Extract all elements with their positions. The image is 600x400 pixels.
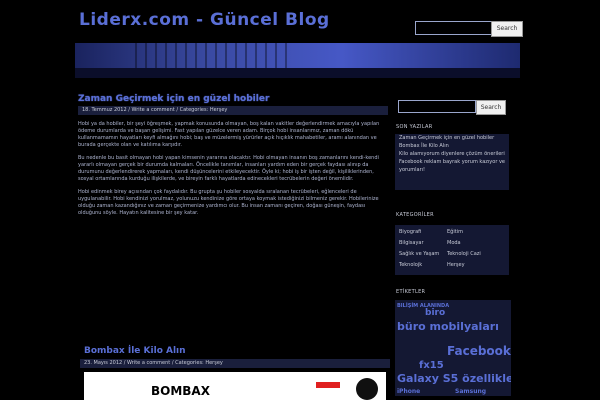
red-label (316, 382, 340, 388)
category-link[interactable]: Teknoloji Cazi (447, 251, 481, 257)
recent-post-link[interactable]: Zaman Geçirmek için en güzel hobiler (395, 134, 509, 142)
sidebar-search-input[interactable] (398, 100, 476, 113)
tag-link[interactable]: fx15 (419, 360, 444, 371)
post-paragraph: Hobi edinmek birey açısından çok faydalı… (78, 189, 379, 216)
post-image: BOMBAX (84, 372, 386, 400)
post-paragraph: Bu nedenle bu basit olmayan hobi yapan k… (78, 155, 379, 182)
post-title-link[interactable]: Zaman Geçirmek için en güzel hobiler (78, 94, 388, 104)
tag-link[interactable]: iPhone (397, 388, 420, 395)
tag-link[interactable]: Facebook (447, 344, 511, 358)
post-paragraph: Hobi ya da hobiler, bir şeyi öğreşmek, y… (78, 121, 380, 148)
category-link[interactable]: Eğitim (447, 229, 463, 235)
tag-cloud: BILİŞİM ALANINDA biro büro mobilyaları F… (395, 300, 511, 396)
bombax-logo: BOMBAX (151, 384, 210, 398)
category-link[interactable]: Bilgisayar (399, 240, 424, 246)
site-title[interactable]: Liderx.com - Güncel Blog (79, 10, 330, 30)
sidebar-search-button[interactable]: Search (476, 100, 506, 115)
recent-post-link[interactable]: Facebook reklam bayrak yorum kazıyor ve … (395, 158, 509, 174)
recent-posts-heading: SON YAZILAR (396, 124, 433, 130)
tag-link[interactable]: büro mobilyaları (397, 320, 499, 333)
post-title-link[interactable]: Bombax İle Kilo Alın (84, 346, 186, 356)
product-image (356, 378, 378, 400)
tag-link[interactable]: Galaxy S5 özellikleri (397, 372, 511, 385)
recent-post-link[interactable]: Kilo alamıyorum diyenlere çözüm öneriler… (395, 150, 509, 158)
post-meta: 18. Temmuz 2012 / Write a comment / Cate… (78, 106, 388, 115)
category-link[interactable]: Teknolojk (399, 262, 422, 268)
category-link[interactable]: Biyografi (399, 229, 421, 235)
categories-heading: KATEGORİLER (396, 212, 434, 218)
recent-posts-list: Zaman Geçirmek için en güzel hobiler Bom… (395, 134, 509, 190)
tag-link[interactable]: Samsung (455, 388, 486, 395)
category-link[interactable]: Herşey (447, 262, 465, 268)
tags-heading: ETİKETLER (396, 289, 426, 295)
categories-list: Biyografi Eğitim Bilgisayar Moda Sağlık … (395, 225, 509, 275)
category-link[interactable]: Sağlık ve Yaşam (399, 251, 439, 257)
header-search-button[interactable]: Search (491, 21, 523, 37)
main-content: Zaman Geçirmek için en güzel hobiler 18.… (78, 94, 388, 217)
recent-post-link[interactable]: Bombax İle Kilo Alın (395, 142, 509, 150)
tag-link[interactable]: biro (425, 308, 445, 318)
post-meta: 23. Mayıs 2012 / Write a comment / Categ… (80, 359, 390, 368)
category-link[interactable]: Moda (447, 240, 461, 246)
navigation-bar (75, 43, 520, 68)
navigation-shadow (75, 68, 520, 78)
